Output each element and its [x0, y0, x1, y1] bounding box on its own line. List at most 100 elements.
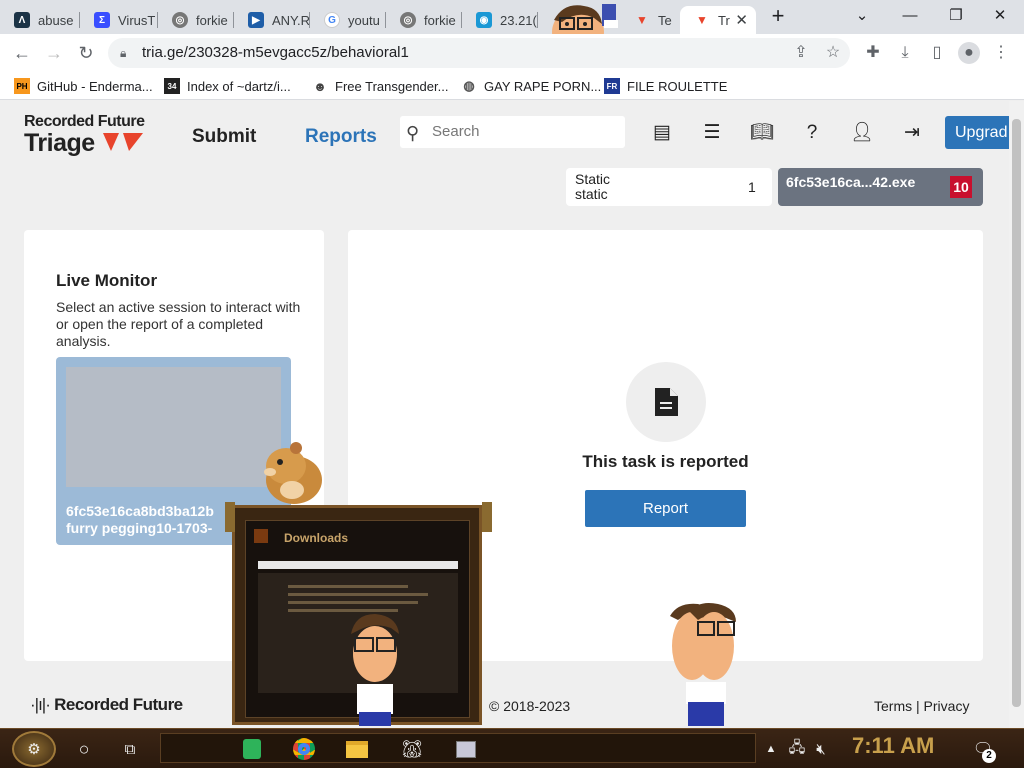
document-icon: [655, 388, 678, 416]
browser-toolbar: ← → ↻ 🔒︎ tria.ge/230328-m5evgacc5z/behav…: [0, 34, 1024, 72]
report-button[interactable]: Report: [585, 490, 746, 527]
page-scrollbar[interactable]: [1009, 101, 1024, 728]
privacy-link[interactable]: Privacy: [924, 698, 970, 714]
app-window-icon[interactable]: [452, 735, 480, 763]
help-icon[interactable]: ?: [800, 121, 824, 145]
hamster-overlay: [256, 440, 326, 506]
bookmark-label: Free Transgender...: [335, 78, 449, 94]
static-count: 1: [748, 179, 756, 195]
tab-title: forkie: [424, 12, 456, 28]
globe-icon: ◍: [463, 78, 475, 93]
footer-links: Terms | Privacy: [874, 698, 969, 714]
search-input[interactable]: ⚲ Search: [400, 116, 625, 148]
triage-page: Recorded Future Triage Submit Reports ⚲ …: [0, 101, 1009, 728]
start-button-gear-icon[interactable]: ⚙: [12, 731, 56, 767]
minimize-icon[interactable]: —: [890, 4, 930, 28]
close-tab-icon[interactable]: ✕: [735, 11, 748, 29]
forward-arrow-icon[interactable]: →: [42, 41, 66, 65]
address-bar[interactable]: 🔒︎ tria.ge/230328-m5evgacc5z/behavioral1: [108, 38, 850, 68]
copyright-text: © 2018-2023: [489, 698, 571, 714]
live-monitor-description: Select an active session to interact wit…: [56, 299, 301, 349]
taskbar-clock[interactable]: 7:11 AM: [852, 733, 934, 759]
restore-icon[interactable]: ❐: [936, 4, 976, 28]
extensions-icon[interactable]: ✚: [862, 42, 884, 64]
document-circle: [626, 362, 706, 442]
volume-muted-icon[interactable]: 🔇︎: [810, 735, 832, 763]
brand-triage-text: Triage: [24, 129, 95, 157]
sample-task-tab[interactable]: 6fc53e16ca...42.exe 10: [778, 168, 983, 206]
static-task-label: Static static: [575, 172, 610, 202]
chrome-icon[interactable]: [290, 735, 318, 763]
tab-abuse[interactable]: Λ abuse: [0, 6, 80, 34]
brand-triage[interactable]: Triage: [24, 129, 145, 158]
scrollbar-thumb[interactable]: [1012, 119, 1021, 707]
tab-virustotal[interactable]: Σ VirusT: [80, 6, 158, 34]
tab-ip-address[interactable]: ◉ 23.21(: [462, 6, 538, 34]
static-task-tab[interactable]: Static static 1: [566, 168, 772, 206]
profile-avatar-icon[interactable]: ●: [958, 42, 980, 64]
tray-chevron-icon[interactable]: ▲: [764, 735, 778, 763]
hamster-app-icon[interactable]: 🐹︎: [398, 735, 426, 763]
footer-logo[interactable]: ·|ı|· Recorded Future: [30, 695, 183, 715]
bookmark-star-icon[interactable]: ☆: [822, 42, 844, 64]
back-arrow-icon[interactable]: ←: [10, 41, 34, 65]
bookmark-file-roulette[interactable]: FR FILE ROULETTE: [604, 76, 727, 96]
upgrade-button[interactable]: Upgrad: [945, 116, 1009, 149]
search-icon: ⚲: [406, 123, 420, 143]
tab-strip: Λ abuse Σ VirusT ◎ forkie ▶ ANY.R G yout…: [0, 0, 1024, 56]
tab-triage-active[interactable]: ▼ Tr ✕: [680, 6, 756, 34]
abuse-logo-icon: Λ: [14, 12, 30, 28]
reload-icon[interactable]: ↻: [74, 41, 98, 65]
logout-icon[interactable]: ⇥: [900, 121, 924, 145]
session-thumbnail: [66, 367, 281, 487]
steampunk-frame-left: [225, 502, 235, 532]
static-label-2: static: [575, 186, 608, 202]
globe-icon: ◎: [400, 12, 416, 28]
virustotal-icon: Σ: [94, 12, 110, 28]
bookmark-index[interactable]: 34 Index of ~dartz/i...: [164, 76, 291, 96]
bookmark-github[interactable]: PH GitHub - Enderma...: [14, 76, 153, 96]
search-placeholder: Search: [432, 123, 480, 140]
nav-reports[interactable]: Reports: [305, 126, 377, 148]
file-explorer-icon[interactable]: [343, 735, 371, 763]
tab-search-icon[interactable]: ⌄: [842, 4, 882, 28]
tab-triage-te[interactable]: ▼ Te: [620, 6, 680, 34]
bookmark-label: GitHub - Enderma...: [37, 78, 153, 94]
share-icon[interactable]: ⇪: [790, 42, 812, 64]
cartoon-twins-overlay: [664, 600, 744, 728]
side-panel-icon[interactable]: ▯: [926, 42, 948, 64]
tab-forkie-2[interactable]: ◎ forkie: [386, 6, 462, 34]
bookmark-free[interactable]: ☻ Free Transgender...: [312, 76, 448, 96]
tab-youtube[interactable]: G youtu: [310, 6, 386, 34]
download-icon[interactable]: ⤓: [894, 42, 916, 64]
tab-title: forkie: [196, 12, 228, 28]
tab-title: VirusT: [118, 12, 156, 28]
nav-submit[interactable]: Submit: [192, 126, 256, 148]
mask-icon: ☻: [313, 78, 327, 94]
anyrun-icon: ▶: [248, 12, 264, 28]
bookmark-globe[interactable]: ◍ GAY RAPE PORN...: [461, 76, 601, 96]
network-icon[interactable]: 🖧︎: [786, 735, 808, 763]
comments-icon[interactable]: ▤: [650, 121, 674, 145]
server-icon[interactable]: ☰: [700, 121, 724, 145]
score-badge: 10: [950, 176, 972, 198]
sticky-notes-icon[interactable]: [238, 735, 266, 763]
downloads-window-overlay[interactable]: Downloads: [225, 502, 492, 726]
task-view-icon[interactable]: ⧉: [116, 735, 144, 763]
file-row: [288, 601, 418, 604]
tab-anyrun[interactable]: ▶ ANY.R: [234, 6, 310, 34]
tab-forkie-1[interactable]: ◎ forkie: [158, 6, 234, 34]
user-icon[interactable]: 👤︎: [850, 121, 874, 145]
steampunk-frame-right: [482, 502, 492, 532]
terms-link[interactable]: Terms: [874, 698, 912, 714]
book-icon[interactable]: 📖︎: [750, 121, 774, 145]
lock-icon: 🔒︎: [120, 46, 127, 60]
tab-title: abuse: [38, 12, 74, 28]
live-monitor-title: Live Monitor: [56, 271, 158, 290]
taskbar: ⚙ ○ ⧉ 🐹︎ ▲ 🖧︎ 🔇︎ 7:11 AM 🗨︎ 2: [0, 728, 1024, 768]
close-window-icon[interactable]: ✕: [980, 4, 1020, 28]
search-circle-icon[interactable]: ○: [70, 735, 98, 763]
bookmark-label: Index of ~dartz/i...: [187, 78, 291, 94]
new-tab-button[interactable]: +: [758, 4, 798, 28]
menu-kebab-icon[interactable]: ⋮: [990, 42, 1012, 64]
